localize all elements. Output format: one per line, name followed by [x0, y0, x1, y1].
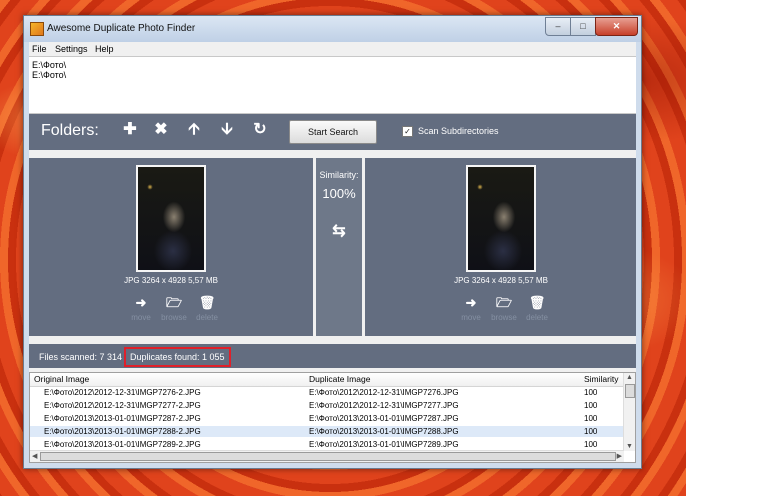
trash-icon: 🗑 [528, 295, 546, 310]
scroll-right-icon[interactable]: ▶ [617, 452, 622, 460]
menu-help[interactable]: Help [95, 44, 114, 54]
folders-label: Folders: [41, 122, 99, 139]
move-label: move [461, 313, 481, 322]
column-original-image[interactable]: Original Image [34, 374, 89, 384]
arrow-right-icon: ➜ [135, 295, 147, 310]
table-row[interactable]: E:\Фото\2013\2013-01-01\IMGP7289-2.JPG E:… [30, 439, 624, 450]
duplicate-browse-button[interactable]: 🗁 browse [489, 295, 519, 322]
scroll-thumb[interactable] [625, 384, 635, 398]
original-image-cell: E:\Фото\2012\2012-12-31\IMGP7276-2.JPG [44, 388, 201, 397]
refresh-icon[interactable]: ↻ [249, 119, 271, 141]
move-down-icon[interactable]: 🡫 [216, 119, 238, 141]
browse-label: browse [161, 313, 187, 322]
app-window: Awesome Duplicate Photo Finder – □ ✕ Fil… [23, 15, 642, 469]
horizontal-scrollbar[interactable]: ◀ ▶ [30, 450, 624, 462]
duplicate-image-cell: E:\Фото\2013\2013-01-01\IMGP7287.JPG [309, 414, 459, 423]
vertical-scrollbar[interactable]: ▲ ▼ [623, 373, 635, 451]
similarity-cell: 100 [584, 388, 598, 397]
similarity-cell: 100 [584, 414, 598, 423]
duplicate-move-button[interactable]: ➜ move [456, 295, 486, 322]
duplicate-image-cell: E:\Фото\2012\2012-12-31\IMGP7277.JPG [309, 401, 459, 410]
delete-label: delete [526, 313, 548, 322]
similarity-cell: 100 [584, 427, 598, 436]
duplicate-image-info: JPG 3264 x 4928 5,57 MB [454, 276, 548, 285]
similarity-panel: Similarity: 100% ⇆ [316, 158, 362, 336]
duplicate-image-panel: JPG 3264 x 4928 5,57 MB ➜ move 🗁 browse … [365, 158, 636, 336]
scan-subdirectories-checkbox[interactable]: ✓ [402, 126, 413, 137]
arrow-right-icon: ➜ [465, 295, 477, 310]
folders-toolbar: Folders: ✚ ✖ 🡩 🡫 ↻ Start Search ✓ Scan S… [29, 114, 636, 150]
maximize-button[interactable]: □ [570, 17, 596, 36]
status-bar: Files scanned: 7 314 Duplicates found: 1… [29, 344, 636, 368]
blank-area [686, 0, 770, 496]
column-similarity[interactable]: Similarity [584, 374, 618, 384]
files-scanned-count: Files scanned: 7 314 [39, 352, 123, 362]
duplicate-image-cell: E:\Фото\2013\2013-01-01\IMGP7288.JPG [309, 427, 459, 436]
table-header: Original Image Duplicate Image Similarit… [30, 373, 624, 387]
table-row[interactable]: E:\Фото\2013\2013-01-01\IMGP7288-2.JPG E:… [30, 426, 624, 437]
similarity-value: 100% [322, 186, 356, 201]
app-icon [30, 22, 44, 36]
results-table: Original Image Duplicate Image Similarit… [29, 372, 636, 463]
window-title: Awesome Duplicate Photo Finder [47, 23, 196, 34]
client-area: File Settings Help E:\Фото\ E:\Фото\ Fol… [29, 42, 636, 463]
duplicate-image-cell: E:\Фото\2012\2012-12-31\IMGP7276.JPG [309, 388, 459, 397]
scroll-down-icon[interactable]: ▼ [626, 443, 633, 450]
folder-path[interactable]: E:\Фото\ [32, 70, 66, 80]
original-image-cell: E:\Фото\2013\2013-01-01\IMGP7289-2.JPG [44, 440, 201, 449]
scan-subdirectories-label[interactable]: Scan Subdirectories [418, 126, 499, 136]
start-search-button[interactable]: Start Search [289, 120, 377, 144]
original-move-button[interactable]: ➜ move [126, 295, 156, 322]
duplicates-found-count: Duplicates found: 1 055 [124, 347, 231, 367]
folder-open-icon: 🗁 [165, 295, 183, 310]
table-row[interactable]: E:\Фото\2013\2013-01-01\IMGP7287-2.JPG E:… [30, 413, 624, 424]
minimize-button[interactable]: – [545, 17, 571, 36]
scroll-up-icon[interactable]: ▲ [626, 374, 633, 381]
original-image-cell: E:\Фото\2013\2013-01-01\IMGP7287-2.JPG [44, 414, 201, 423]
scroll-left-icon[interactable]: ◀ [32, 452, 37, 460]
folder-list[interactable]: E:\Фото\ E:\Фото\ [29, 56, 636, 114]
duplicate-delete-button[interactable]: 🗑 delete [522, 295, 552, 322]
duplicate-photo[interactable] [466, 165, 536, 272]
scroll-thumb[interactable] [40, 452, 616, 461]
title-bar[interactable]: Awesome Duplicate Photo Finder – □ ✕ [24, 16, 641, 42]
move-label: move [131, 313, 151, 322]
move-up-icon[interactable]: 🡩 [183, 119, 205, 141]
similarity-label: Similarity: [319, 170, 359, 180]
folder-path[interactable]: E:\Фото\ [32, 60, 66, 70]
table-row[interactable]: E:\Фото\2012\2012-12-31\IMGP7276-2.JPG E:… [30, 387, 624, 398]
original-browse-button[interactable]: 🗁 browse [159, 295, 189, 322]
close-button[interactable]: ✕ [595, 17, 638, 36]
trash-icon: 🗑 [198, 295, 216, 310]
remove-icon[interactable]: ✖ [150, 119, 172, 141]
table-row[interactable]: E:\Фото\2012\2012-12-31\IMGP7277-2.JPG E:… [30, 400, 624, 411]
original-photo[interactable] [136, 165, 206, 272]
similarity-cell: 100 [584, 401, 598, 410]
original-delete-button[interactable]: 🗑 delete [192, 295, 222, 322]
original-image-cell: E:\Фото\2012\2012-12-31\IMGP7277-2.JPG [44, 401, 201, 410]
duplicate-image-cell: E:\Фото\2013\2013-01-01\IMGP7289.JPG [309, 440, 459, 449]
similarity-cell: 100 [584, 440, 598, 449]
menu-bar: File Settings Help [29, 42, 636, 56]
original-image-panel: JPG 3264 x 4928 5,57 MB ➜ move 🗁 browse … [29, 158, 313, 336]
folder-open-icon: 🗁 [495, 295, 513, 310]
menu-settings[interactable]: Settings [55, 44, 88, 54]
original-image-info: JPG 3264 x 4928 5,57 MB [124, 276, 218, 285]
swap-icon[interactable]: ⇆ [316, 221, 362, 241]
add-icon[interactable]: ✚ [119, 119, 141, 141]
column-duplicate-image[interactable]: Duplicate Image [309, 374, 370, 384]
original-image-cell: E:\Фото\2013\2013-01-01\IMGP7288-2.JPG [44, 427, 201, 436]
menu-file[interactable]: File [32, 44, 47, 54]
browse-label: browse [491, 313, 517, 322]
delete-label: delete [196, 313, 218, 322]
